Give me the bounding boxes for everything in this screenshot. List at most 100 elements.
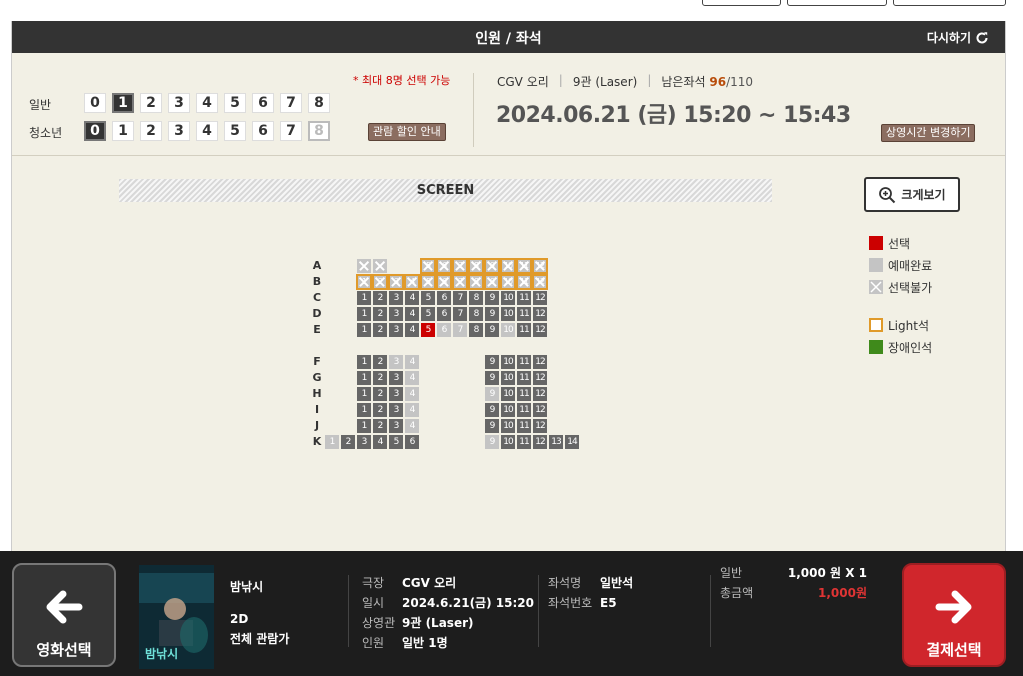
youth-count-7[interactable]: 7 <box>280 121 302 141</box>
general-count-8[interactable]: 8 <box>308 93 330 113</box>
seat-D7[interactable]: 7 <box>453 307 467 321</box>
general-count-5[interactable]: 5 <box>224 93 246 113</box>
zoom-button[interactable]: 크게보기 <box>864 177 960 212</box>
seat-C5[interactable]: 5 <box>421 291 435 305</box>
seat-D12[interactable]: 12 <box>533 307 547 321</box>
seat-G9[interactable]: 9 <box>485 371 499 385</box>
seat-J1[interactable]: 1 <box>357 419 371 433</box>
seat-J3[interactable]: 3 <box>389 419 403 433</box>
seat-C7[interactable]: 7 <box>453 291 467 305</box>
seat-K14[interactable]: 14 <box>565 435 579 449</box>
general-count-7[interactable]: 7 <box>280 93 302 113</box>
seat-D9[interactable]: 9 <box>485 307 499 321</box>
seat-C9[interactable]: 9 <box>485 291 499 305</box>
seat-D10[interactable]: 10 <box>501 307 515 321</box>
change-showtime-button[interactable]: 상영시간 변경하기 <box>881 124 976 142</box>
seat-I2[interactable]: 2 <box>373 403 387 417</box>
seat-D2[interactable]: 2 <box>373 307 387 321</box>
seat-E5[interactable]: 5 <box>421 323 435 337</box>
seat-I3[interactable]: 3 <box>389 403 403 417</box>
general-count-3[interactable]: 3 <box>168 93 190 113</box>
seat-C10[interactable]: 10 <box>501 291 515 305</box>
general-count-0[interactable]: 0 <box>84 93 106 113</box>
seat-C12[interactable]: 12 <box>533 291 547 305</box>
seat-K3[interactable]: 3 <box>357 435 371 449</box>
seat-J11[interactable]: 11 <box>517 419 531 433</box>
seat-K11[interactable]: 11 <box>517 435 531 449</box>
seat-I9[interactable]: 9 <box>485 403 499 417</box>
general-count-6[interactable]: 6 <box>252 93 274 113</box>
seat-G10[interactable]: 10 <box>501 371 515 385</box>
seat-F1[interactable]: 1 <box>357 355 371 369</box>
youth-count-5[interactable]: 5 <box>224 121 246 141</box>
seat-I11[interactable]: 11 <box>517 403 531 417</box>
seat-H12[interactable]: 12 <box>533 387 547 401</box>
reset-button[interactable]: 다시하기 <box>927 29 989 46</box>
seat-E2[interactable]: 2 <box>373 323 387 337</box>
seat-E12[interactable]: 12 <box>533 323 547 337</box>
youth-count-8[interactable]: 8 <box>308 121 330 141</box>
discount-info-button[interactable]: 관람 할인 안내 <box>368 123 446 141</box>
seat-K2[interactable]: 2 <box>341 435 355 449</box>
seat-H2[interactable]: 2 <box>373 387 387 401</box>
youth-count-1[interactable]: 1 <box>112 121 134 141</box>
youth-count-0[interactable]: 0 <box>84 121 106 141</box>
seat-C3[interactable]: 3 <box>389 291 403 305</box>
seat-K13[interactable]: 13 <box>549 435 563 449</box>
general-count-4[interactable]: 4 <box>196 93 218 113</box>
seat-C1[interactable]: 1 <box>357 291 371 305</box>
seat-D6[interactable]: 6 <box>437 307 451 321</box>
seat-E3[interactable]: 3 <box>389 323 403 337</box>
seat-H11[interactable]: 11 <box>517 387 531 401</box>
seat-J10[interactable]: 10 <box>501 419 515 433</box>
seat-D8[interactable]: 8 <box>469 307 483 321</box>
seat-C11[interactable]: 11 <box>517 291 531 305</box>
seat-I12[interactable]: 12 <box>533 403 547 417</box>
seat-E11[interactable]: 11 <box>517 323 531 337</box>
seat-K4[interactable]: 4 <box>373 435 387 449</box>
seat-D1[interactable]: 1 <box>357 307 371 321</box>
seat-D3[interactable]: 3 <box>389 307 403 321</box>
seat-J9[interactable]: 9 <box>485 419 499 433</box>
seat-J2[interactable]: 2 <box>373 419 387 433</box>
seat-K12[interactable]: 12 <box>533 435 547 449</box>
seat-E4[interactable]: 4 <box>405 323 419 337</box>
seat-J12[interactable]: 12 <box>533 419 547 433</box>
seat-E1[interactable]: 1 <box>357 323 371 337</box>
seat-I1[interactable]: 1 <box>357 403 371 417</box>
youth-count-4[interactable]: 4 <box>196 121 218 141</box>
seat-F10[interactable]: 10 <box>501 355 515 369</box>
seat-K6[interactable]: 6 <box>405 435 419 449</box>
general-count-2[interactable]: 2 <box>140 93 162 113</box>
seat-C2[interactable]: 2 <box>373 291 387 305</box>
seat-D4[interactable]: 4 <box>405 307 419 321</box>
youth-count-6[interactable]: 6 <box>252 121 274 141</box>
seat-K5[interactable]: 5 <box>389 435 403 449</box>
top-button-2[interactable] <box>787 0 887 6</box>
seat-C6[interactable]: 6 <box>437 291 451 305</box>
seat-C4[interactable]: 4 <box>405 291 419 305</box>
top-button-3[interactable] <box>893 0 1006 6</box>
top-button-1[interactable] <box>702 0 781 6</box>
seat-G3[interactable]: 3 <box>389 371 403 385</box>
seat-I10[interactable]: 10 <box>501 403 515 417</box>
movie-select-button[interactable]: 영화선택 <box>12 563 116 667</box>
payment-select-button[interactable]: 결제선택 <box>902 563 1006 667</box>
seat-H3[interactable]: 3 <box>389 387 403 401</box>
seat-F2[interactable]: 2 <box>373 355 387 369</box>
seat-C8[interactable]: 8 <box>469 291 483 305</box>
seat-H10[interactable]: 10 <box>501 387 515 401</box>
youth-count-2[interactable]: 2 <box>140 121 162 141</box>
seat-G12[interactable]: 12 <box>533 371 547 385</box>
seat-D11[interactable]: 11 <box>517 307 531 321</box>
seat-F11[interactable]: 11 <box>517 355 531 369</box>
seat-G2[interactable]: 2 <box>373 371 387 385</box>
seat-D5[interactable]: 5 <box>421 307 435 321</box>
seat-F9[interactable]: 9 <box>485 355 499 369</box>
seat-K10[interactable]: 10 <box>501 435 515 449</box>
seat-H1[interactable]: 1 <box>357 387 371 401</box>
seat-E9[interactable]: 9 <box>485 323 499 337</box>
seat-F12[interactable]: 12 <box>533 355 547 369</box>
seat-G11[interactable]: 11 <box>517 371 531 385</box>
seat-G1[interactable]: 1 <box>357 371 371 385</box>
